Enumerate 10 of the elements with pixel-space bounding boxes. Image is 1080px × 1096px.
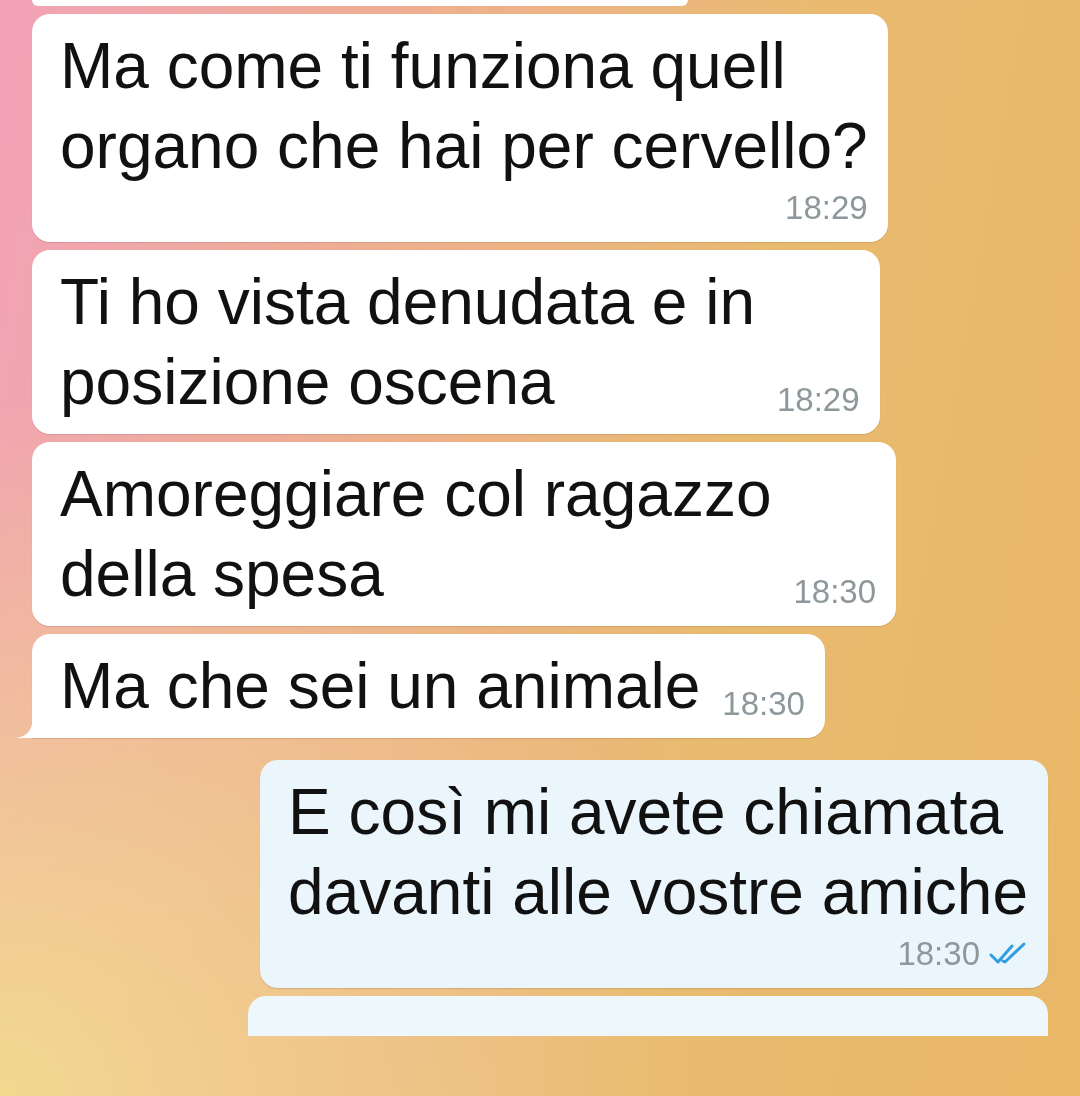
message-time: 18:29 bbox=[785, 188, 868, 228]
message-time: 18:30 bbox=[793, 572, 877, 612]
message-time: 18:30 bbox=[897, 934, 980, 974]
message-time: 18:29 bbox=[776, 380, 860, 420]
message-text: Amoreggiare col ragazzo della spesa bbox=[60, 457, 772, 612]
message-text: Ma che sei un animale bbox=[60, 649, 701, 724]
message-text: Ma come ti funziona quell organo che hai per cervello? bbox=[60, 29, 868, 184]
message-text: E così mi avete chiamata davanti alle vostre amiche bbox=[288, 775, 1028, 930]
message-text: Ti ho vista denudata e in posizione oscena bbox=[60, 265, 755, 420]
message-time: 18:30 bbox=[722, 684, 805, 724]
